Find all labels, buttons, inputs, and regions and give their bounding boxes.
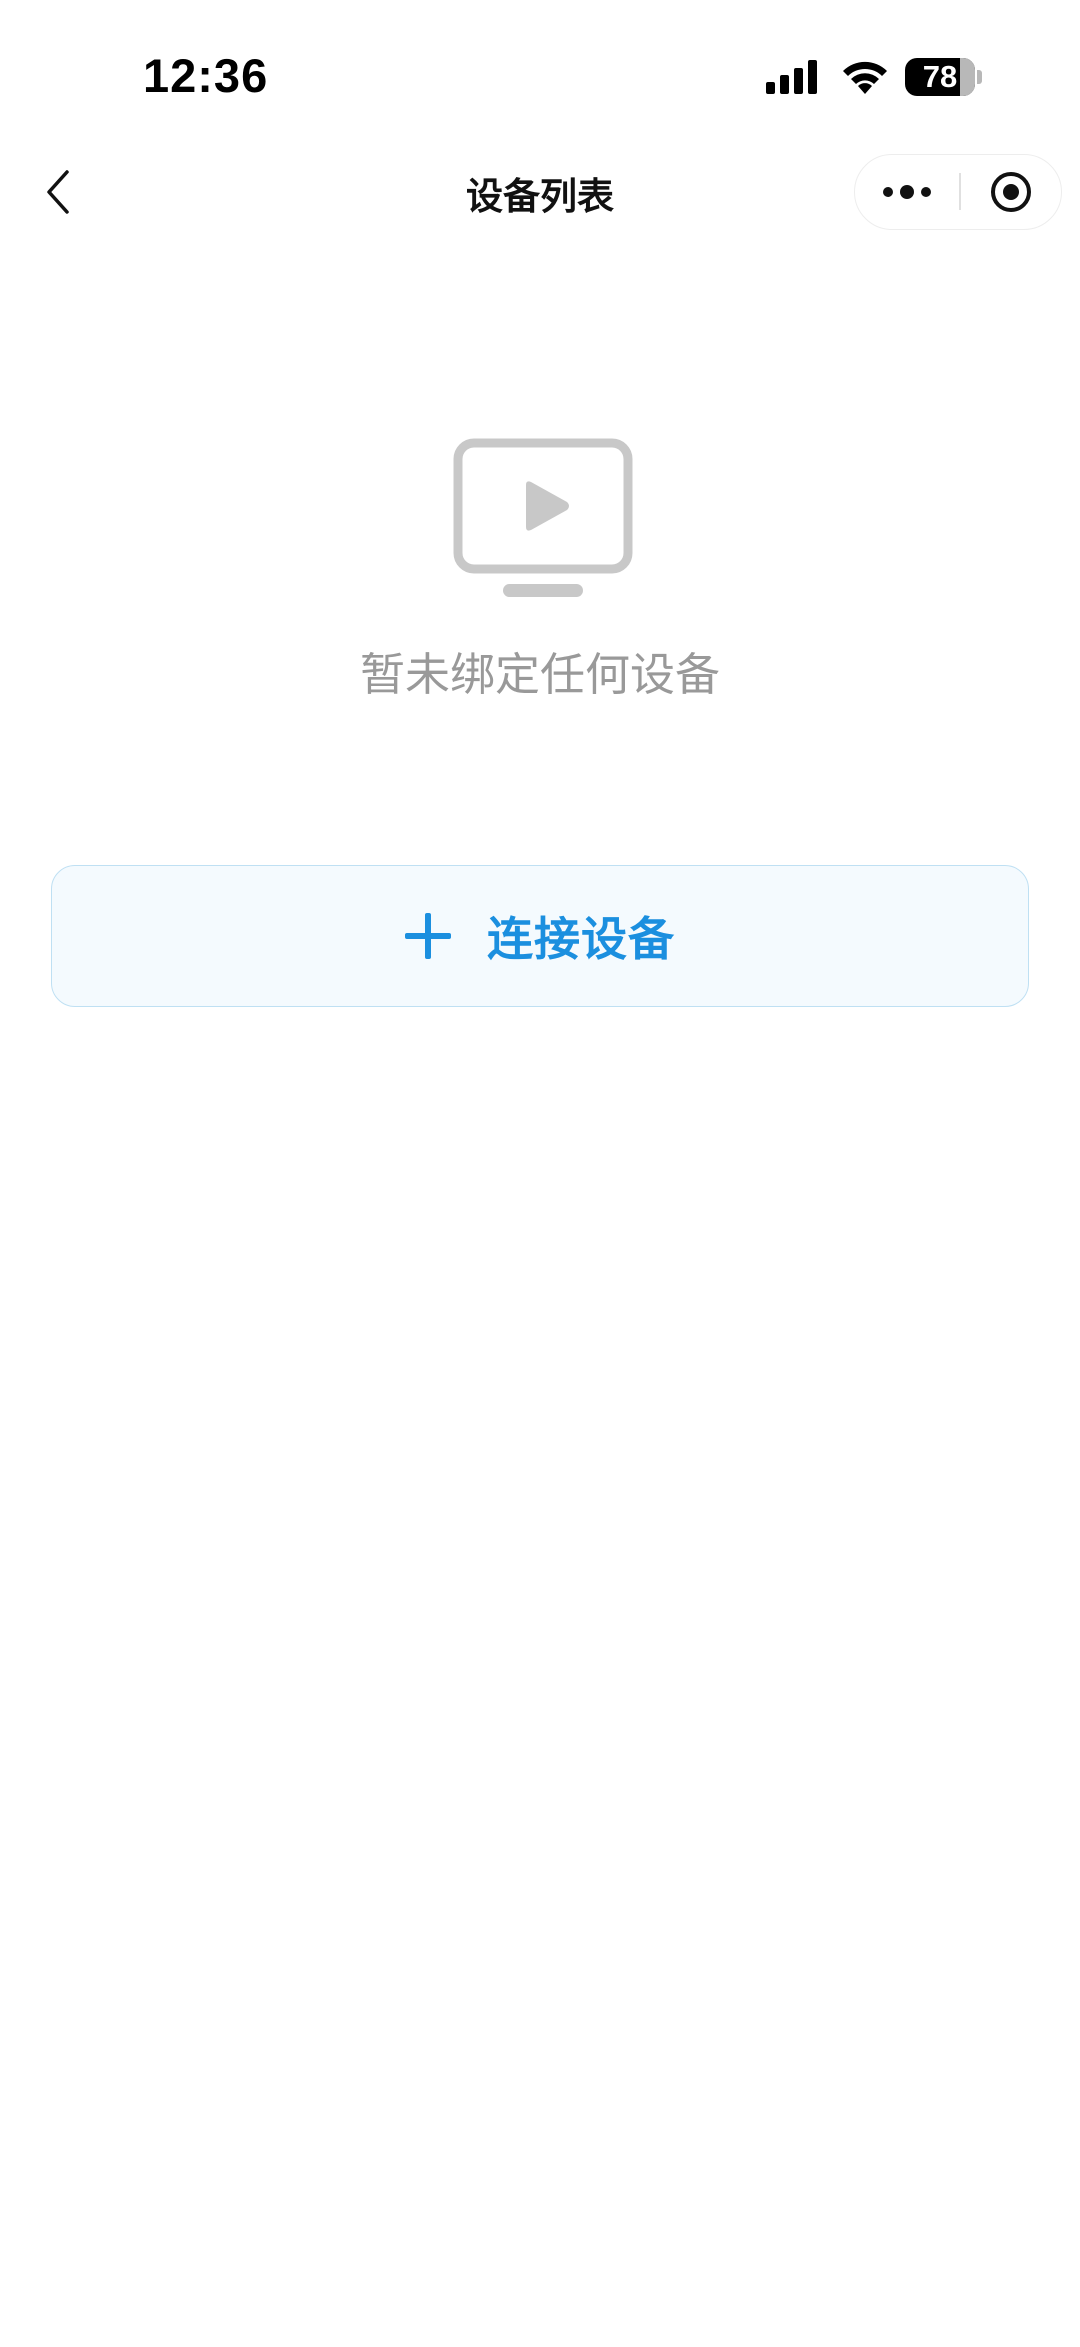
battery-icon: 78: [905, 58, 975, 96]
status-time: 12:36: [143, 49, 269, 102]
signal-icon: [766, 60, 817, 94]
chevron-left-icon: [47, 170, 69, 214]
page-title: 设备列表: [466, 175, 614, 218]
more-dots-icon: [883, 184, 931, 199]
connect-device-label: 连接设备: [487, 912, 675, 966]
close-button[interactable]: [961, 155, 1061, 228]
device-list-page: 12:36 78 设备列表 暂未绑定任何设备 连接设备: [0, 0, 1080, 2347]
plus-icon: [405, 913, 451, 959]
tv-play-icon: [453, 438, 633, 597]
status-bar: 12:36 78: [0, 0, 1080, 150]
target-close-icon: [991, 171, 1031, 212]
wifi-icon: [843, 61, 887, 94]
battery-cap: [977, 70, 982, 84]
connect-device-button[interactable]: 连接设备: [51, 865, 1029, 1007]
more-button[interactable]: [855, 155, 959, 228]
mini-program-capsule: [854, 154, 1062, 230]
empty-state-message: 暂未绑定任何设备: [359, 648, 720, 701]
battery-level: 78: [922, 59, 958, 94]
nav-bar: 设备列表: [0, 150, 1080, 234]
back-button[interactable]: [30, 164, 86, 220]
